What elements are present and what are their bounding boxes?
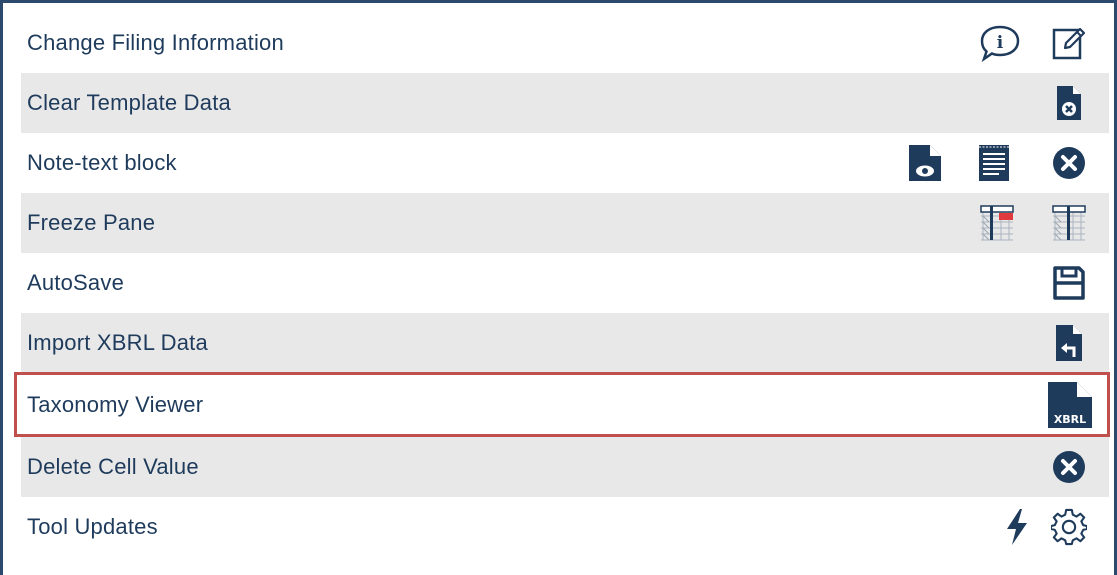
- info-bubble-icon[interactable]: i: [977, 25, 1023, 63]
- menu-item-label: Change Filing Information: [27, 30, 284, 55]
- menu-item-autosave[interactable]: AutoSave: [21, 253, 1109, 313]
- save-icon[interactable]: [1051, 265, 1087, 301]
- xbrl-document-icon[interactable]: XBRL: [1047, 381, 1093, 429]
- text-block-icon[interactable]: [976, 145, 1012, 181]
- menu-item-freeze-pane[interactable]: Freeze Pane: [21, 193, 1109, 253]
- lightning-icon[interactable]: [999, 509, 1035, 545]
- menu-item-clear-template-data[interactable]: Clear Template Data: [21, 73, 1109, 133]
- menu-item-taxonomy-viewer[interactable]: Taxonomy Viewer XBRL: [14, 372, 1110, 437]
- unfreeze-pane-icon[interactable]: [1051, 205, 1087, 241]
- close-circle-icon[interactable]: [1051, 449, 1087, 485]
- menu-item-label: Taxonomy Viewer: [27, 392, 204, 417]
- edit-icon[interactable]: [1051, 25, 1087, 61]
- preview-document-icon[interactable]: [907, 145, 943, 181]
- menu-item-label: Import XBRL Data: [27, 330, 208, 355]
- menu-item-label: Tool Updates: [27, 514, 158, 539]
- gear-icon[interactable]: [1051, 508, 1087, 546]
- xbrl-glyph: XBRL: [1054, 413, 1086, 426]
- menu-item-label: Freeze Pane: [27, 210, 156, 235]
- menu-item-note-text-block[interactable]: Note-text block: [21, 133, 1109, 193]
- menu-item-change-filing-information[interactable]: Change Filing Information i: [21, 13, 1109, 73]
- freeze-pane-icon[interactable]: [979, 205, 1015, 241]
- menu-item-delete-cell-value[interactable]: Delete Cell Value: [21, 437, 1109, 497]
- menu-item-label: Clear Template Data: [27, 90, 231, 115]
- menu-item-label: AutoSave: [27, 270, 125, 295]
- close-circle-icon[interactable]: [1051, 145, 1087, 181]
- menu-item-label: Note-text block: [27, 150, 177, 175]
- menu-item-import-xbrl-data[interactable]: Import XBRL Data: [21, 313, 1109, 373]
- info-glyph: i: [997, 33, 1004, 53]
- clear-document-icon[interactable]: [1051, 85, 1087, 121]
- import-document-icon[interactable]: [1051, 325, 1087, 361]
- menu-item-tool-updates[interactable]: Tool Updates: [21, 497, 1109, 557]
- menu-item-label: Delete Cell Value: [27, 454, 199, 479]
- menu-panel: Change Filing Information i Clear Templa…: [0, 0, 1117, 575]
